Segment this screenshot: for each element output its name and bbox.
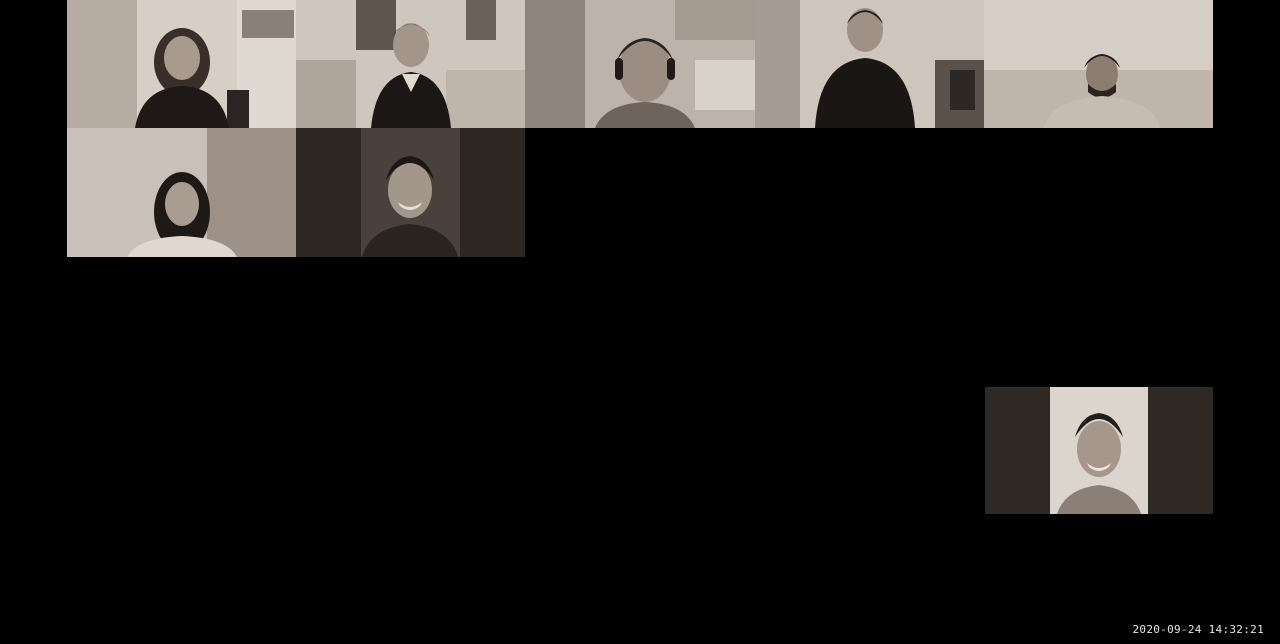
participant-1-video [67, 0, 296, 128]
self-view-video [985, 387, 1213, 514]
video-tile-participant-5[interactable] [984, 0, 1213, 128]
participant-3-video [525, 0, 755, 128]
participant-2-video [296, 0, 525, 128]
participant-6-video [67, 128, 296, 257]
recording-timestamp: 2020-09-24 14:32:21 [1132, 623, 1264, 636]
video-tile-participant-6[interactable] [67, 128, 296, 257]
self-view-video-tile[interactable] [985, 387, 1213, 514]
video-tile-participant-2[interactable] [296, 0, 525, 128]
participant-5-video [984, 0, 1213, 128]
video-tile-participant-7[interactable] [296, 128, 525, 257]
video-tile-participant-1[interactable] [67, 0, 296, 128]
video-tile-participant-3[interactable] [525, 0, 755, 128]
video-tile-participant-4[interactable] [755, 0, 984, 128]
participant-4-video [755, 0, 984, 128]
participant-7-video [296, 128, 525, 257]
